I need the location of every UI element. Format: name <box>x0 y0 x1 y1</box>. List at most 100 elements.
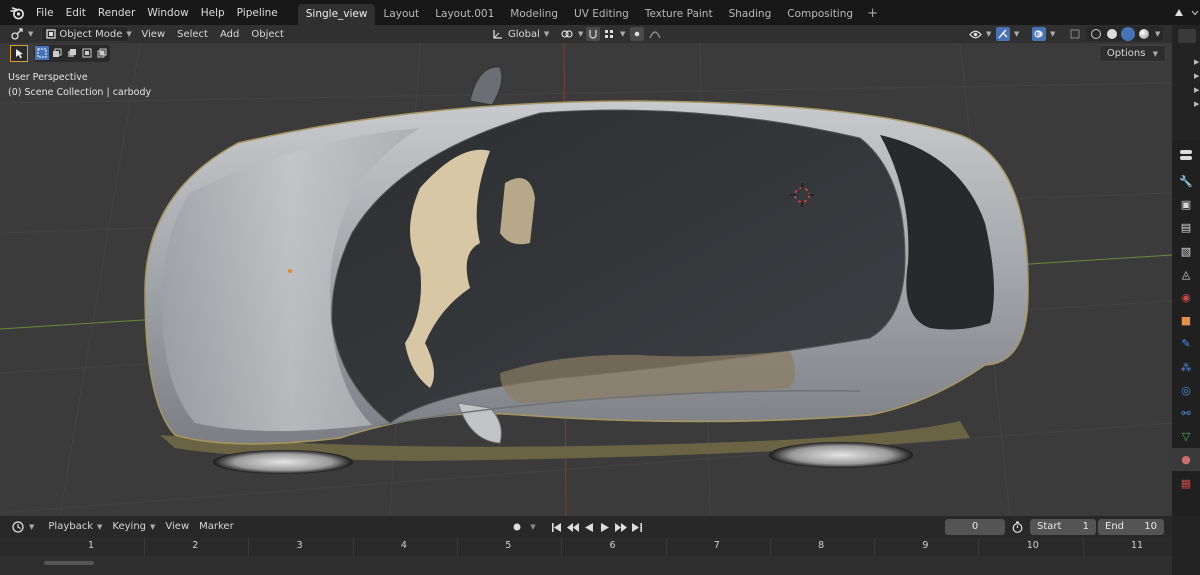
prev-keyframe-icon[interactable] <box>566 519 580 535</box>
select-intersect-icon[interactable] <box>95 46 109 60</box>
chevron-down-icon[interactable]: ▼ <box>526 519 540 535</box>
perspective-label: User Perspective <box>8 72 88 83</box>
xray-icon <box>1068 27 1082 41</box>
timeline-menu-view[interactable]: View <box>160 518 194 536</box>
material-icon[interactable]: ● <box>1172 448 1200 472</box>
select-subtract-icon[interactable] <box>65 46 79 60</box>
world-icon[interactable]: ◉ <box>1172 286 1200 309</box>
transform-orientation-dropdown[interactable]: Global ▼ <box>486 26 553 42</box>
object-icon[interactable]: ■ <box>1172 309 1200 332</box>
timeline-editor-dropdown[interactable]: ▼ <box>6 518 39 536</box>
play-icon[interactable] <box>598 519 612 535</box>
render-icon[interactable]: ▣ <box>1172 193 1200 216</box>
frame-gridline <box>352 538 354 556</box>
chevron-down-icon[interactable] <box>1190 6 1200 20</box>
next-keyframe-icon[interactable] <box>614 519 628 535</box>
selection-mode-group <box>34 45 110 62</box>
menu-file[interactable]: File <box>30 3 60 23</box>
editor-type-dropdown[interactable]: ▼ <box>6 26 37 42</box>
add-workspace-button[interactable]: + <box>861 6 884 21</box>
menu-help[interactable]: Help <box>195 3 231 23</box>
frame-gridline <box>665 538 667 556</box>
material-shading-icon[interactable] <box>1123 28 1133 39</box>
jump-end-icon[interactable] <box>630 519 644 535</box>
proportional-editing[interactable] <box>626 26 666 42</box>
jump-start-icon[interactable] <box>550 519 564 535</box>
front-wheel <box>213 450 353 474</box>
tab-modeling[interactable]: Modeling <box>502 4 566 25</box>
timeline-menu-label: View <box>165 521 190 532</box>
blender-logo-icon[interactable] <box>6 2 28 24</box>
timeline-ruler[interactable]: 1 2 3 4 5 6 7 8 9 10 11 <box>0 538 1188 556</box>
playback-controls: ▼ <box>510 519 644 535</box>
xray-toggle[interactable] <box>1064 26 1086 42</box>
viewport-menu-object[interactable]: Object <box>245 26 290 42</box>
timeline-menu-playback[interactable]: Playback ▼ <box>43 518 107 536</box>
gizmo-toggle[interactable]: ▼ <box>992 26 1023 42</box>
outliner-expand-arrows[interactable]: ▶ ▶ ▶ ▶ <box>1194 55 1199 111</box>
overlays-toggle[interactable]: ▼ <box>1028 26 1059 42</box>
record-icon[interactable] <box>510 519 524 535</box>
tab-layout[interactable]: Layout <box>375 4 427 25</box>
chevron-down-icon: ▼ <box>1014 30 1020 38</box>
snap-toggle[interactable]: ▼ <box>582 26 629 42</box>
stopwatch-icon[interactable] <box>1010 520 1024 534</box>
timeline-header: ▼ Playback ▼ Keying ▼ View Marker ▼ 0 Start 1… <box>0 516 1172 538</box>
viewport-menu-select[interactable]: Select <box>171 26 214 42</box>
start-value: 1 <box>1082 521 1089 532</box>
chevron-down-icon: ▼ <box>126 30 132 38</box>
chevron-down-icon[interactable]: ▼ <box>1155 30 1160 38</box>
front-seat-right <box>500 178 535 245</box>
tab-shading[interactable]: Shading <box>721 4 780 25</box>
timeline-menu-marker[interactable]: Marker <box>194 518 239 536</box>
menu-window[interactable]: Window <box>141 3 194 23</box>
menu-render[interactable]: Render <box>92 3 141 23</box>
start-label: Start <box>1037 521 1062 532</box>
menu-pipeline[interactable]: Pipeline <box>231 3 284 23</box>
solid-shading-icon[interactable] <box>1107 28 1117 39</box>
output-icon[interactable]: ▤ <box>1172 216 1200 239</box>
menu-edit[interactable]: Edit <box>60 3 92 23</box>
chevron-down-icon: ▼ <box>29 523 35 531</box>
object-origin <box>288 269 292 273</box>
tool-icon[interactable]: 🔧 <box>1172 170 1200 193</box>
modifier-icon[interactable]: ✎ <box>1172 332 1200 355</box>
end-frame-field[interactable]: End 10 <box>1098 519 1164 535</box>
play-reverse-icon[interactable] <box>582 519 596 535</box>
texture-icon[interactable]: ▦ <box>1172 471 1200 494</box>
object-mode-dropdown[interactable]: Object Mode ▼ <box>41 26 132 42</box>
timeline-body[interactable] <box>0 556 1172 575</box>
scene-icon[interactable]: ◬ <box>1172 263 1200 286</box>
frame-gridline <box>456 538 458 556</box>
tab-compositing[interactable]: Compositing <box>779 4 861 25</box>
view-layer-icon[interactable]: ▧ <box>1172 240 1200 263</box>
select-invert-icon[interactable] <box>80 46 94 60</box>
wireframe-shading-icon[interactable] <box>1091 28 1101 39</box>
viewport-menu-add[interactable]: Add <box>214 26 245 42</box>
properties-tabs: 🔧 ▣ ▤ ▧ ◬ ◉ ■ ✎ ⁂ ◎ ⚯ ▽ ● ▦ <box>1172 140 1200 516</box>
select-box-icon[interactable] <box>35 46 49 60</box>
timeline-scrollbar[interactable] <box>44 561 94 565</box>
outliner-filter-icon[interactable] <box>1178 29 1196 43</box>
select-tool-icon[interactable] <box>10 45 28 62</box>
scene-icon[interactable] <box>1172 6 1186 20</box>
rendered-shading-icon[interactable] <box>1139 28 1149 39</box>
tab-texture-paint[interactable]: Texture Paint <box>637 4 721 25</box>
3d-viewport[interactable]: User Perspective (0) Scene Collection | … <box>0 43 1172 516</box>
tab-layout-001[interactable]: Layout.001 <box>427 4 502 25</box>
magnet-icon <box>586 27 600 41</box>
viewport-menu-view[interactable]: View <box>135 26 171 42</box>
current-frame-field[interactable]: 0 <box>945 519 1005 535</box>
start-frame-field[interactable]: Start 1 <box>1030 519 1096 535</box>
physics-icon[interactable]: ◎ <box>1172 379 1200 402</box>
properties-editor-icon[interactable] <box>1172 140 1200 170</box>
timeline-menu-keying[interactable]: Keying ▼ <box>107 518 160 536</box>
tab-uv-editing[interactable]: UV Editing <box>566 4 637 25</box>
data-icon[interactable]: ▽ <box>1172 425 1200 448</box>
visibility-dropdown[interactable]: ▼ <box>964 26 995 42</box>
particles-icon[interactable]: ⁂ <box>1172 356 1200 379</box>
options-dropdown[interactable]: Options ▼ <box>1098 45 1166 62</box>
select-extend-icon[interactable] <box>50 46 64 60</box>
constraints-icon[interactable]: ⚯ <box>1172 402 1200 425</box>
tab-single-view[interactable]: Single_view <box>297 4 376 25</box>
